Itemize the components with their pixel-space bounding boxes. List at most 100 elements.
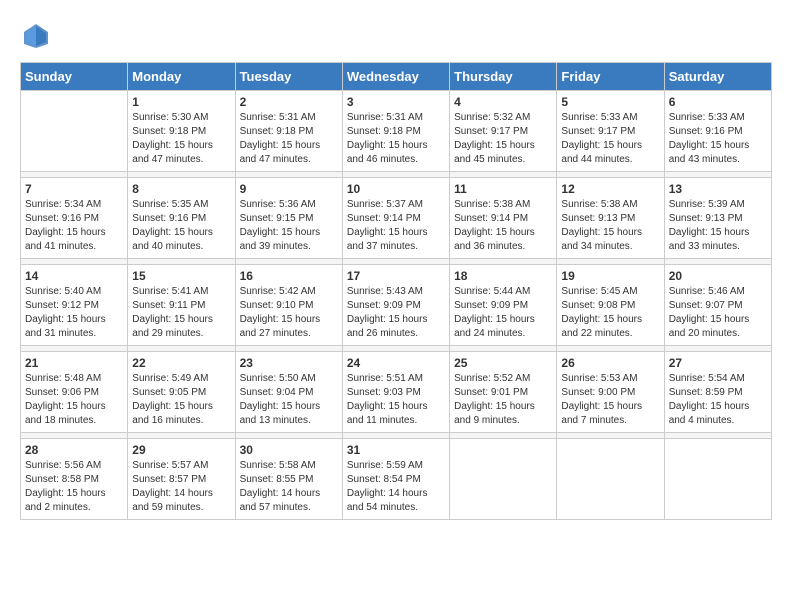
logo (20, 20, 56, 52)
day-number: 9 (240, 182, 338, 196)
day-info: Sunrise: 5:51 AM Sunset: 9:03 PM Dayligh… (347, 372, 445, 428)
day-info: Sunrise: 5:54 AM Sunset: 8:59 PM Dayligh… (669, 372, 767, 428)
calendar-cell: 31 Sunrise: 5:59 AM Sunset: 8:54 PM Dayli… (342, 439, 449, 520)
day-info: Sunrise: 5:39 AM Sunset: 9:13 PM Dayligh… (669, 198, 767, 254)
calendar-header-row: SundayMondayTuesdayWednesdayThursdayFrid… (21, 63, 772, 91)
day-info: Sunrise: 5:35 AM Sunset: 9:16 PM Dayligh… (132, 198, 230, 254)
calendar-cell: 11 Sunrise: 5:38 AM Sunset: 9:14 PM Dayli… (450, 178, 557, 259)
day-info: Sunrise: 5:37 AM Sunset: 9:14 PM Dayligh… (347, 198, 445, 254)
calendar-cell: 3 Sunrise: 5:31 AM Sunset: 9:18 PM Daylig… (342, 91, 449, 172)
calendar-cell: 21 Sunrise: 5:48 AM Sunset: 9:06 PM Dayli… (21, 352, 128, 433)
day-info: Sunrise: 5:48 AM Sunset: 9:06 PM Dayligh… (25, 372, 123, 428)
calendar-cell: 12Sunrise: 5:38 AM Sunset: 9:13 PM Dayli… (557, 178, 664, 259)
day-number: 22 (132, 356, 230, 370)
header-tuesday: Tuesday (235, 63, 342, 91)
day-number: 23 (240, 356, 338, 370)
calendar-week-row: 14 Sunrise: 5:40 AM Sunset: 9:12 PM Dayli… (21, 265, 772, 346)
day-info: Sunrise: 5:30 AM Sunset: 9:18 PM Dayligh… (132, 111, 230, 167)
calendar-cell: 10 Sunrise: 5:37 AM Sunset: 9:14 PM Dayli… (342, 178, 449, 259)
calendar-cell: 14 Sunrise: 5:40 AM Sunset: 9:12 PM Dayli… (21, 265, 128, 346)
calendar-week-row: 21 Sunrise: 5:48 AM Sunset: 9:06 PM Dayli… (21, 352, 772, 433)
day-info: Sunrise: 5:50 AM Sunset: 9:04 PM Dayligh… (240, 372, 338, 428)
day-number: 4 (454, 95, 552, 109)
day-number: 18 (454, 269, 552, 283)
calendar-cell: 4 Sunrise: 5:32 AM Sunset: 9:17 PM Daylig… (450, 91, 557, 172)
day-number: 12 (561, 182, 659, 196)
calendar-cell: 8 Sunrise: 5:35 AM Sunset: 9:16 PM Daylig… (128, 178, 235, 259)
day-number: 20 (669, 269, 767, 283)
day-number: 5 (561, 95, 659, 109)
calendar-cell: 2 Sunrise: 5:31 AM Sunset: 9:18 PM Daylig… (235, 91, 342, 172)
day-info: Sunrise: 5:49 AM Sunset: 9:05 PM Dayligh… (132, 372, 230, 428)
day-number: 8 (132, 182, 230, 196)
day-info: Sunrise: 5:56 AM Sunset: 8:58 PM Dayligh… (25, 459, 123, 515)
day-info: Sunrise: 5:33 AM Sunset: 9:17 PM Dayligh… (561, 111, 659, 167)
calendar-week-row: 7 Sunrise: 5:34 AM Sunset: 9:16 PM Daylig… (21, 178, 772, 259)
calendar-cell (664, 439, 771, 520)
day-number: 3 (347, 95, 445, 109)
calendar-cell: 25Sunrise: 5:52 AM Sunset: 9:01 PM Dayli… (450, 352, 557, 433)
day-info: Sunrise: 5:44 AM Sunset: 9:09 PM Dayligh… (454, 285, 552, 341)
day-number: 15 (132, 269, 230, 283)
day-number: 27 (669, 356, 767, 370)
day-number: 11 (454, 182, 552, 196)
header-saturday: Saturday (664, 63, 771, 91)
day-number: 19 (561, 269, 659, 283)
calendar-table: SundayMondayTuesdayWednesdayThursdayFrid… (20, 62, 772, 520)
calendar-cell: 27 Sunrise: 5:54 AM Sunset: 8:59 PM Dayli… (664, 352, 771, 433)
calendar-cell: 6 Sunrise: 5:33 AM Sunset: 9:16 PM Daylig… (664, 91, 771, 172)
calendar-cell: 13 Sunrise: 5:39 AM Sunset: 9:13 PM Dayli… (664, 178, 771, 259)
header-wednesday: Wednesday (342, 63, 449, 91)
day-info: Sunrise: 5:46 AM Sunset: 9:07 PM Dayligh… (669, 285, 767, 341)
day-number: 31 (347, 443, 445, 457)
calendar-cell: 7 Sunrise: 5:34 AM Sunset: 9:16 PM Daylig… (21, 178, 128, 259)
day-number: 25 (454, 356, 552, 370)
day-info: Sunrise: 5:57 AM Sunset: 8:57 PM Dayligh… (132, 459, 230, 515)
calendar-cell: 16Sunrise: 5:42 AM Sunset: 9:10 PM Dayli… (235, 265, 342, 346)
calendar-cell: 28 Sunrise: 5:56 AM Sunset: 8:58 PM Dayli… (21, 439, 128, 520)
day-info: Sunrise: 5:31 AM Sunset: 9:18 PM Dayligh… (240, 111, 338, 167)
day-number: 10 (347, 182, 445, 196)
calendar-cell: 23 Sunrise: 5:50 AM Sunset: 9:04 PM Dayli… (235, 352, 342, 433)
day-number: 14 (25, 269, 123, 283)
day-number: 6 (669, 95, 767, 109)
day-number: 2 (240, 95, 338, 109)
calendar-week-row: 1 Sunrise: 5:30 AM Sunset: 9:18 PM Daylig… (21, 91, 772, 172)
day-info: Sunrise: 5:33 AM Sunset: 9:16 PM Dayligh… (669, 111, 767, 167)
day-info: Sunrise: 5:31 AM Sunset: 9:18 PM Dayligh… (347, 111, 445, 167)
header-sunday: Sunday (21, 63, 128, 91)
day-info: Sunrise: 5:59 AM Sunset: 8:54 PM Dayligh… (347, 459, 445, 515)
calendar-cell: 17 Sunrise: 5:43 AM Sunset: 9:09 PM Dayli… (342, 265, 449, 346)
day-info: Sunrise: 5:38 AM Sunset: 9:14 PM Dayligh… (454, 198, 552, 254)
day-number: 28 (25, 443, 123, 457)
logo-icon (20, 20, 52, 52)
day-info: Sunrise: 5:53 AM Sunset: 9:00 PM Dayligh… (561, 372, 659, 428)
day-number: 13 (669, 182, 767, 196)
day-number: 30 (240, 443, 338, 457)
calendar-cell (21, 91, 128, 172)
day-info: Sunrise: 5:34 AM Sunset: 9:16 PM Dayligh… (25, 198, 123, 254)
calendar-cell: 19 Sunrise: 5:45 AM Sunset: 9:08 PM Dayli… (557, 265, 664, 346)
calendar-cell: 24 Sunrise: 5:51 AM Sunset: 9:03 PM Dayli… (342, 352, 449, 433)
calendar-cell: 9Sunrise: 5:36 AM Sunset: 9:15 PM Daylig… (235, 178, 342, 259)
day-number: 7 (25, 182, 123, 196)
day-number: 17 (347, 269, 445, 283)
day-info: Sunrise: 5:45 AM Sunset: 9:08 PM Dayligh… (561, 285, 659, 341)
day-number: 21 (25, 356, 123, 370)
calendar-cell (557, 439, 664, 520)
day-number: 1 (132, 95, 230, 109)
calendar-cell: 29 Sunrise: 5:57 AM Sunset: 8:57 PM Dayli… (128, 439, 235, 520)
day-info: Sunrise: 5:43 AM Sunset: 9:09 PM Dayligh… (347, 285, 445, 341)
header-monday: Monday (128, 63, 235, 91)
calendar-cell: 18 Sunrise: 5:44 AM Sunset: 9:09 PM Dayli… (450, 265, 557, 346)
day-number: 29 (132, 443, 230, 457)
header-thursday: Thursday (450, 63, 557, 91)
page-header (20, 20, 772, 52)
calendar-week-row: 28 Sunrise: 5:56 AM Sunset: 8:58 PM Dayli… (21, 439, 772, 520)
calendar-cell: 26Sunrise: 5:53 AM Sunset: 9:00 PM Dayli… (557, 352, 664, 433)
day-info: Sunrise: 5:40 AM Sunset: 9:12 PM Dayligh… (25, 285, 123, 341)
header-friday: Friday (557, 63, 664, 91)
day-number: 24 (347, 356, 445, 370)
day-info: Sunrise: 5:32 AM Sunset: 9:17 PM Dayligh… (454, 111, 552, 167)
day-info: Sunrise: 5:58 AM Sunset: 8:55 PM Dayligh… (240, 459, 338, 515)
